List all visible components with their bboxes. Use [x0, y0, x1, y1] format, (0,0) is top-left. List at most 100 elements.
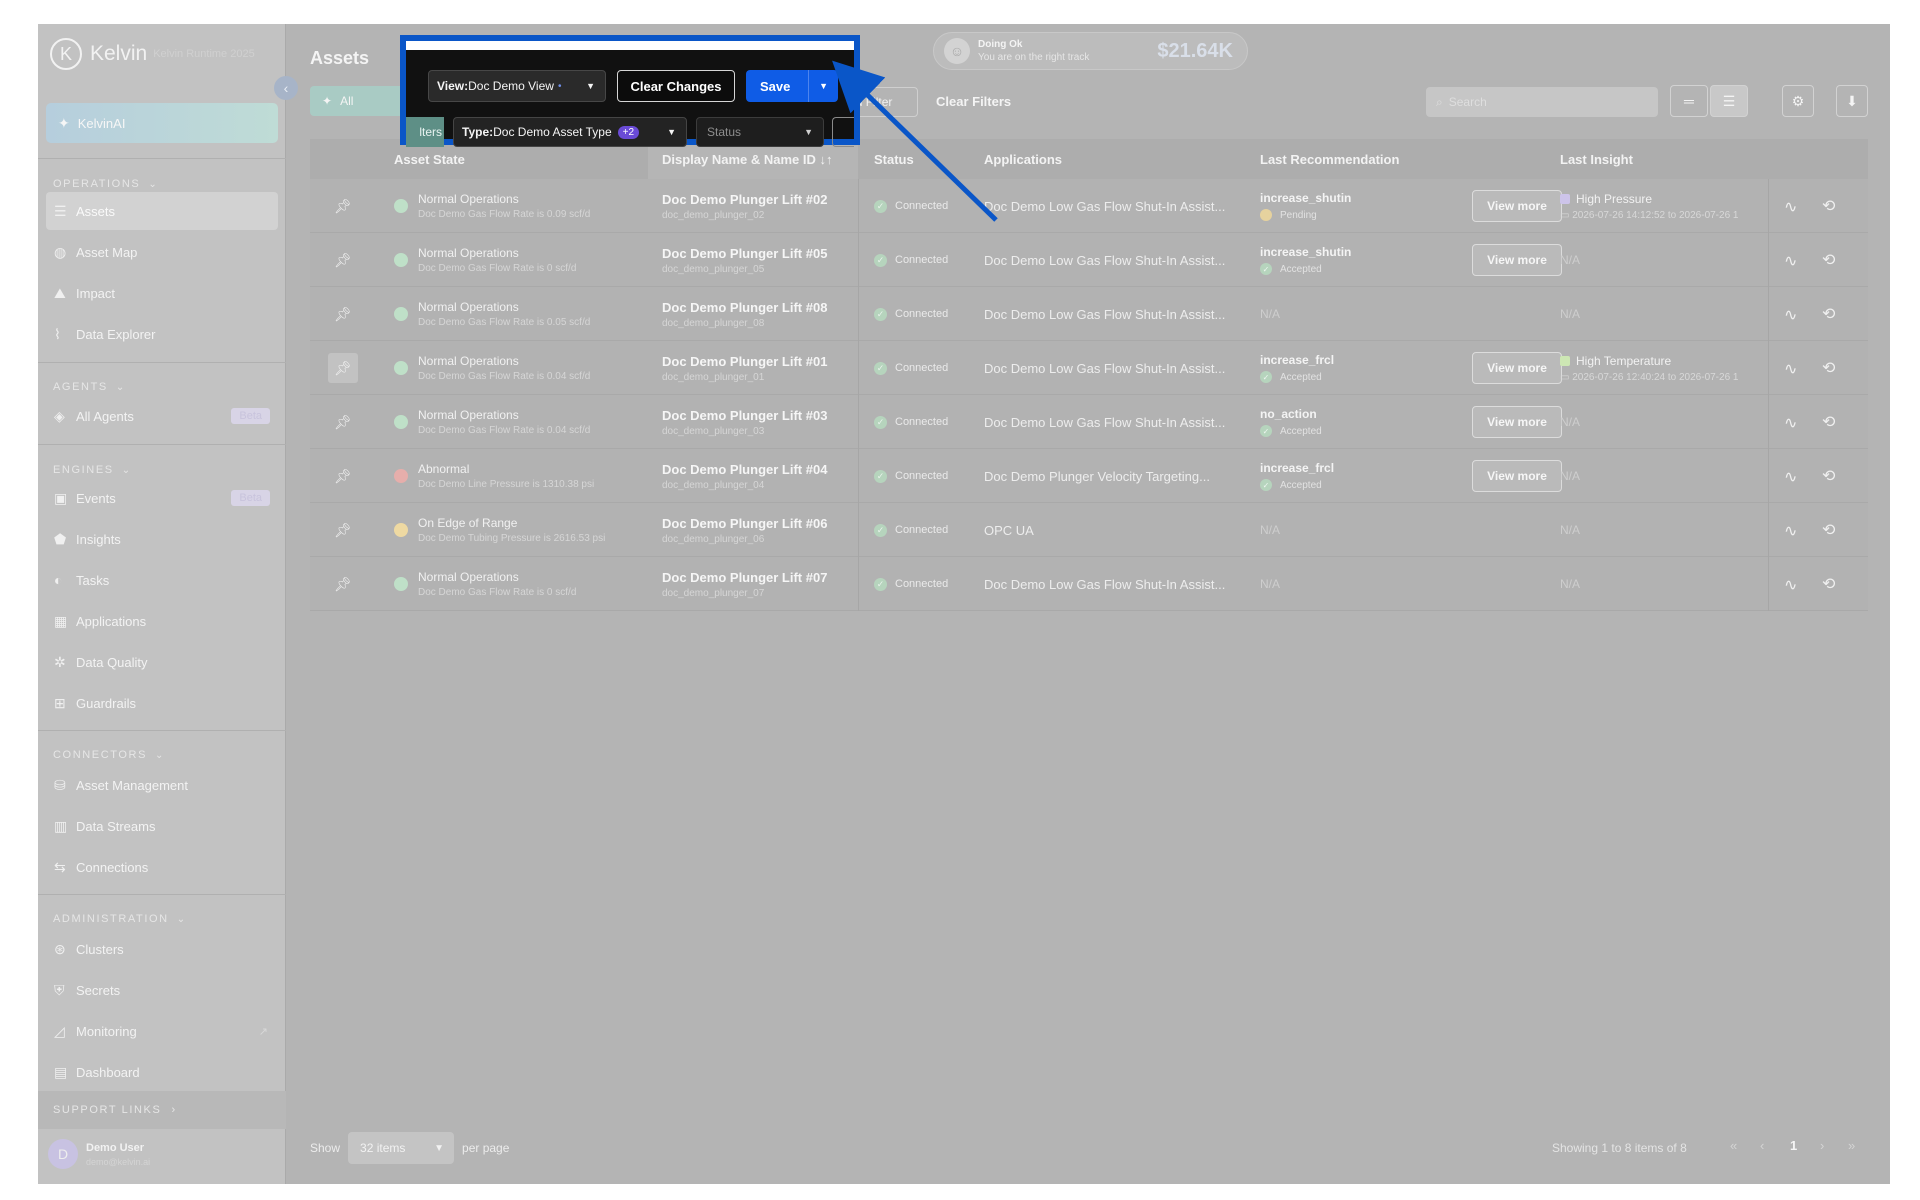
applications-cell[interactable]: Doc Demo Low Gas Flow Shut-In Assist...: [984, 341, 1244, 395]
next-page-button[interactable]: ›: [1820, 1138, 1824, 1153]
sidebar-item-secrets[interactable]: ⛨ Secrets: [46, 971, 278, 1009]
asset-name-cell[interactable]: Doc Demo Plunger Lift #04 doc_demo_plung…: [662, 449, 862, 503]
table-row[interactable]: 📌︎ Normal Operations Doc Demo Gas Flow R…: [310, 395, 1868, 449]
sidebar-item-insights[interactable]: ⬟ Insights: [46, 520, 278, 558]
table-row[interactable]: 📌︎ Normal Operations Doc Demo Gas Flow R…: [310, 557, 1868, 611]
all-filters-button[interactable]: ✦ All: [310, 86, 408, 116]
sidebar-item-monitoring[interactable]: ◿ Monitoring ↗: [46, 1012, 278, 1050]
data-explorer-action-icon[interactable]: ∿: [1784, 575, 1797, 595]
asset-display-name[interactable]: Doc Demo Plunger Lift #05: [662, 246, 862, 261]
last-insight[interactable]: High Pressure ▭ 2026-07-26 14:12:52 to 2…: [1560, 179, 1770, 233]
col-last-recommendation[interactable]: Last Recommendation: [1260, 152, 1399, 167]
sidebar-item-assets[interactable]: ☰ Assets: [46, 192, 278, 230]
asset-detail-action-icon[interactable]: ⟲: [1822, 574, 1835, 594]
sidebar-item-guardrails[interactable]: ⊞ Guardrails: [46, 684, 278, 722]
view-select[interactable]: View: Doc Demo View • ▼: [428, 70, 606, 102]
section-agents[interactable]: AGENTS ⌄: [53, 381, 126, 393]
col-display-name[interactable]: Display Name & Name ID ↓↑: [662, 152, 833, 167]
pin-button[interactable]: 📌︎: [328, 557, 358, 611]
add-filter-button-partial[interactable]: [832, 117, 854, 147]
asset-detail-action-icon[interactable]: ⟲: [1822, 304, 1835, 324]
last-insight[interactable]: High Temperature ▭ 2026-07-26 12:40:24 t…: [1560, 341, 1770, 395]
asset-display-name[interactable]: Doc Demo Plunger Lift #08: [662, 300, 862, 315]
asset-display-name[interactable]: Doc Demo Plunger Lift #04: [662, 462, 862, 477]
asset-name-cell[interactable]: Doc Demo Plunger Lift #08 doc_demo_plung…: [662, 287, 862, 341]
type-filter-select[interactable]: Type: Doc Demo Asset Type +2 ▼: [453, 117, 687, 147]
data-explorer-action-icon[interactable]: ∿: [1784, 251, 1797, 271]
sidebar-item-impact[interactable]: ⛰ Impact: [46, 274, 278, 312]
asset-name-cell[interactable]: Doc Demo Plunger Lift #01 doc_demo_plung…: [662, 341, 862, 395]
status-filter-select[interactable]: Status ▼: [696, 117, 824, 147]
col-status[interactable]: Status: [874, 152, 914, 167]
view-more-button[interactable]: View more: [1472, 352, 1562, 384]
support-links[interactable]: SUPPORT LINKS ›: [38, 1091, 286, 1129]
sidebar-item-data-quality[interactable]: ✲ Data Quality: [46, 643, 278, 681]
col-last-insight[interactable]: Last Insight: [1560, 152, 1633, 167]
pin-button[interactable]: 📌︎: [328, 449, 358, 503]
section-administration[interactable]: ADMINISTRATION ⌄: [53, 913, 187, 925]
search-input[interactable]: [1448, 95, 1639, 109]
data-explorer-action-icon[interactable]: ∿: [1784, 305, 1797, 325]
applications-cell[interactable]: Doc Demo Low Gas Flow Shut-In Assist...: [984, 233, 1244, 287]
data-explorer-action-icon[interactable]: ∿: [1784, 413, 1797, 433]
sidebar-item-data-streams[interactable]: ▥ Data Streams: [46, 807, 278, 845]
search-box[interactable]: ⌕: [1426, 87, 1658, 117]
applications-cell[interactable]: Doc Demo Plunger Velocity Targeting...: [984, 449, 1244, 503]
sidebar-item-dashboard[interactable]: ▤ Dashboard: [46, 1053, 278, 1091]
applications-cell[interactable]: Doc Demo Low Gas Flow Shut-In Assist...: [984, 557, 1244, 611]
data-explorer-action-icon[interactable]: ∿: [1784, 467, 1797, 487]
asset-display-name[interactable]: Doc Demo Plunger Lift #02: [662, 192, 862, 207]
all-filters-button-partial[interactable]: lters: [406, 117, 444, 147]
per-page-select[interactable]: 32 items ▼: [348, 1132, 455, 1164]
sidebar-item-events[interactable]: ▣ Events Beta: [46, 479, 278, 517]
prev-page-button[interactable]: ‹: [1760, 1138, 1764, 1153]
health-status-pill[interactable]: ☺ Doing Ok You are on the right track $2…: [933, 32, 1248, 70]
table-row[interactable]: 📌︎ Normal Operations Doc Demo Gas Flow R…: [310, 233, 1868, 287]
view-more-button[interactable]: View more: [1472, 244, 1562, 276]
kelvin-logo[interactable]: K Kelvin Kelvin Runtime 2025: [50, 38, 255, 70]
data-explorer-action-icon[interactable]: ∿: [1784, 359, 1797, 379]
collapse-sidebar-button[interactable]: ‹: [274, 76, 298, 100]
first-page-button[interactable]: «: [1730, 1138, 1737, 1153]
view-more-button[interactable]: View more: [1472, 460, 1562, 492]
save-options-caret-icon[interactable]: ▼: [808, 70, 828, 102]
section-connectors[interactable]: CONNECTORS ⌄: [53, 749, 165, 761]
asset-display-name[interactable]: Doc Demo Plunger Lift #03: [662, 408, 862, 423]
asset-display-name[interactable]: Doc Demo Plunger Lift #01: [662, 354, 862, 369]
asset-name-cell[interactable]: Doc Demo Plunger Lift #03 doc_demo_plung…: [662, 395, 862, 449]
asset-detail-action-icon[interactable]: ⟲: [1822, 412, 1835, 432]
table-row[interactable]: 📌︎ On Edge of Range Doc Demo Tubing Pres…: [310, 503, 1868, 557]
asset-detail-action-icon[interactable]: ⟲: [1822, 250, 1835, 270]
sidebar-item-all-agents[interactable]: ◈ All Agents Beta: [46, 397, 278, 435]
section-operations[interactable]: OPERATIONS ⌄: [53, 178, 158, 190]
compact-view-button[interactable]: ═: [1670, 85, 1708, 117]
applications-cell[interactable]: Doc Demo Low Gas Flow Shut-In Assist...: [984, 179, 1244, 233]
kelvinai-button[interactable]: ✦ KelvinAI: [46, 103, 278, 143]
asset-name-cell[interactable]: Doc Demo Plunger Lift #06 doc_demo_plung…: [662, 503, 862, 557]
pin-button[interactable]: 📌︎: [328, 179, 358, 233]
pin-button[interactable]: 📌︎: [328, 287, 358, 341]
asset-detail-action-icon[interactable]: ⟲: [1822, 196, 1835, 216]
view-more-button[interactable]: View more: [1472, 190, 1562, 222]
applications-cell[interactable]: Doc Demo Low Gas Flow Shut-In Assist...: [984, 287, 1244, 341]
applications-cell[interactable]: OPC UA: [984, 503, 1244, 557]
table-row[interactable]: 📌︎ Normal Operations Doc Demo Gas Flow R…: [310, 179, 1868, 233]
table-row[interactable]: 📌︎ Normal Operations Doc Demo Gas Flow R…: [310, 341, 1868, 395]
clear-changes-button[interactable]: Clear Changes: [617, 70, 735, 102]
asset-display-name[interactable]: Doc Demo Plunger Lift #07: [662, 570, 862, 585]
asset-name-cell[interactable]: Doc Demo Plunger Lift #05 doc_demo_plung…: [662, 233, 862, 287]
user-profile[interactable]: D Demo User demo@kelvin.ai: [48, 1139, 150, 1169]
current-page[interactable]: 1: [1790, 1138, 1797, 1153]
sidebar-item-clusters[interactable]: ⊛ Clusters: [46, 930, 278, 968]
pin-button[interactable]: 📌︎: [328, 503, 358, 557]
pin-button[interactable]: 📌︎: [328, 341, 358, 395]
col-applications[interactable]: Applications: [984, 152, 1062, 167]
asset-detail-action-icon[interactable]: ⟲: [1822, 358, 1835, 378]
last-page-button[interactable]: »: [1848, 1138, 1855, 1153]
section-engines[interactable]: ENGINES ⌄: [53, 464, 132, 476]
save-button[interactable]: Save ▼: [746, 70, 838, 102]
sidebar-item-applications[interactable]: ▦ Applications: [46, 602, 278, 640]
asset-detail-action-icon[interactable]: ⟲: [1822, 520, 1835, 540]
sidebar-item-asset-map[interactable]: ◍ Asset Map: [46, 233, 278, 271]
applications-cell[interactable]: Doc Demo Low Gas Flow Shut-In Assist...: [984, 395, 1244, 449]
